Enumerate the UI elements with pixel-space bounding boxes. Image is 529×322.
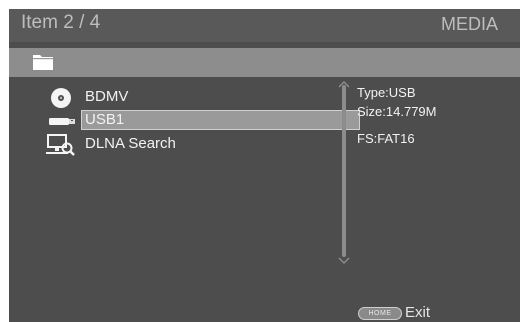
info-size: Size:14.779M: [357, 104, 437, 119]
usb-icon: [49, 118, 75, 125]
list-item-bdmv[interactable]: BDMV: [43, 86, 329, 110]
info-type: Type:USB: [357, 85, 416, 100]
list-item-dlna-search[interactable]: DLNA Search: [43, 133, 329, 157]
folder-icon: [33, 55, 53, 70]
page-title: MEDIA: [440, 14, 498, 34]
footer-hint: HOME Exit: [358, 304, 518, 321]
path-bar: [9, 48, 520, 77]
scroll-down-icon[interactable]: [337, 257, 351, 265]
header-bar: Item 2 / 4 MEDIA: [9, 9, 520, 42]
disc-icon: [51, 88, 71, 108]
scrollbar[interactable]: [342, 85, 346, 257]
network-search-icon: [46, 134, 75, 156]
list-item-label: USB1: [85, 111, 125, 128]
list-item-label: DLNA Search: [85, 135, 176, 152]
media-browser-screen: Item 2 / 4 MEDIA BDMV USB1 DLNA Search T…: [9, 9, 520, 322]
list-item-label: BDMV: [85, 88, 129, 105]
list-item-usb1[interactable]: USB1: [43, 110, 360, 134]
info-filesystem: FS:FAT16: [357, 131, 415, 146]
home-button[interactable]: HOME: [358, 307, 402, 320]
exit-label: Exit: [405, 304, 431, 321]
item-counter: Item 2 / 4: [21, 12, 101, 33]
